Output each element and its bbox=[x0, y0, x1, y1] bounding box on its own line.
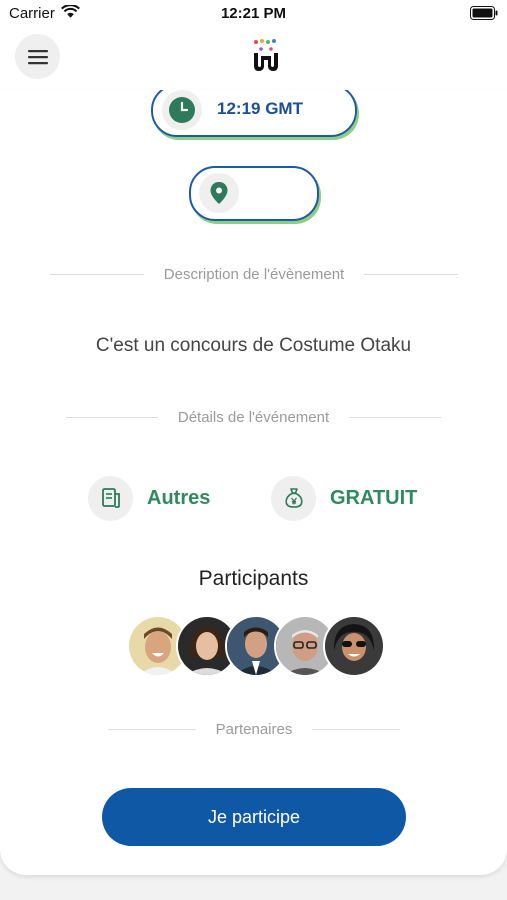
price-icon-container bbox=[271, 475, 316, 521]
money-bag-icon bbox=[284, 488, 303, 508]
event-description: C'est un concours de Costume Otaku bbox=[95, 335, 412, 356]
location-icon-container bbox=[199, 173, 239, 213]
event-price: GRATUIT bbox=[271, 475, 417, 521]
event-location-pill bbox=[189, 166, 319, 221]
partners-heading: Partenaires bbox=[215, 721, 293, 738]
details-divider: Détails de l'événement bbox=[66, 409, 442, 426]
event-category: Autres bbox=[88, 475, 210, 521]
event-time-pill: 12:19 GMT bbox=[151, 90, 357, 137]
status-time: 12:21 PM bbox=[220, 5, 287, 22]
status-bar: Carrier 12:21 PM bbox=[0, 0, 507, 28]
pin-icon bbox=[210, 182, 228, 204]
category-label: Autres bbox=[147, 486, 211, 509]
nav-bar bbox=[0, 28, 507, 91]
clock-icon bbox=[169, 97, 195, 123]
menu-button[interactable] bbox=[15, 34, 60, 79]
battery-icon bbox=[470, 6, 498, 20]
description-divider: Description de l'évènement bbox=[50, 266, 458, 283]
partners-divider: Partenaires bbox=[108, 721, 400, 738]
document-icon bbox=[101, 488, 120, 508]
category-icon-container bbox=[88, 475, 133, 521]
app-logo-icon bbox=[254, 39, 278, 71]
avatar[interactable] bbox=[323, 615, 385, 677]
details-heading: Détails de l'événement bbox=[177, 409, 330, 426]
time-icon-container bbox=[162, 90, 202, 130]
event-details-card: 12:19 GMT Description de l'évènement C'e… bbox=[0, 90, 507, 875]
price-label: GRATUIT bbox=[330, 486, 418, 509]
event-time: 12:19 GMT bbox=[217, 99, 303, 118]
participants-heading: Participants bbox=[198, 567, 309, 590]
join-event-button[interactable]: Je participe bbox=[102, 788, 406, 846]
description-heading: Description de l'évènement bbox=[163, 266, 345, 283]
hamburger-icon bbox=[27, 49, 48, 64]
